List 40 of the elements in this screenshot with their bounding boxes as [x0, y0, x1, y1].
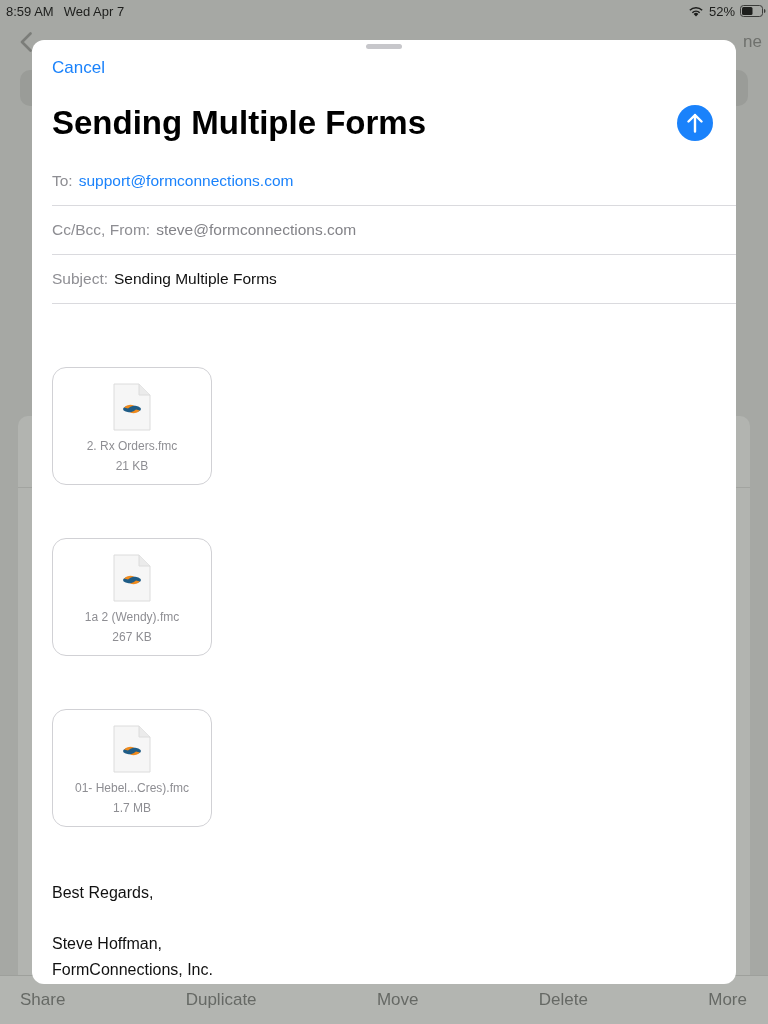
attachment-card[interactable]: 01- Hebel...Cres).fmc 1.7 MB: [52, 709, 212, 827]
cancel-button[interactable]: Cancel: [52, 57, 105, 79]
attachment-size: 21 KB: [115, 458, 149, 474]
field-label: Cc/Bcc, From:: [52, 221, 151, 239]
toolbar-button[interactable]: Move: [376, 989, 419, 1011]
document-icon: [113, 383, 151, 431]
toolbar-button[interactable]: More: [708, 989, 747, 1011]
attachment-size: 267 KB: [112, 629, 152, 645]
status-date: Wed Apr 7: [63, 3, 125, 19]
up-arrow-icon: [687, 113, 703, 133]
toolbar-button[interactable]: Duplicate: [185, 989, 257, 1011]
signature-line: Steve Hoffman,: [52, 934, 162, 954]
send-button[interactable]: [677, 105, 713, 141]
field-label: Subject:: [52, 270, 108, 288]
status-time: 8:59 AM: [6, 3, 54, 19]
signature-line: FormConnections, Inc.: [52, 959, 213, 980]
field-value: Sending Multiple Forms: [114, 270, 277, 288]
field-label: To:: [52, 172, 73, 190]
document-icon: [113, 725, 151, 773]
attachment-name: 1a 2 (Wendy).fmc: [84, 609, 180, 625]
header-field[interactable]: Subject: Sending Multiple Forms: [52, 255, 736, 304]
back-chevron-icon[interactable]: [20, 32, 32, 52]
field-value: support@formconnections.com: [78, 172, 294, 190]
header-field[interactable]: To: support@formconnections.com: [52, 157, 736, 206]
wifi-icon: [687, 5, 704, 17]
attachment-card[interactable]: 1a 2 (Wendy).fmc 267 KB: [52, 538, 212, 656]
battery-icon: [740, 5, 766, 17]
battery-percent: 52%: [708, 3, 735, 19]
attachment-name: 2. Rx Orders.fmc: [86, 438, 178, 454]
attachment-name: 01- Hebel...Cres).fmc: [75, 780, 189, 796]
sheet-grabber[interactable]: [366, 44, 402, 49]
compose-title: Sending Multiple Forms: [52, 103, 426, 143]
toolbar-button[interactable]: Share: [20, 989, 66, 1011]
header-field[interactable]: Cc/Bcc, From: steve@formconnections.com: [52, 206, 736, 255]
attachment-card[interactable]: 2. Rx Orders.fmc 21 KB: [52, 367, 212, 485]
field-value: steve@formconnections.com: [156, 221, 357, 239]
attachment-size: 1.7 MB: [113, 800, 151, 816]
closing-text: Best Regards,: [52, 883, 154, 903]
document-icon: [113, 554, 151, 602]
toolbar-button[interactable]: Delete: [538, 989, 588, 1011]
